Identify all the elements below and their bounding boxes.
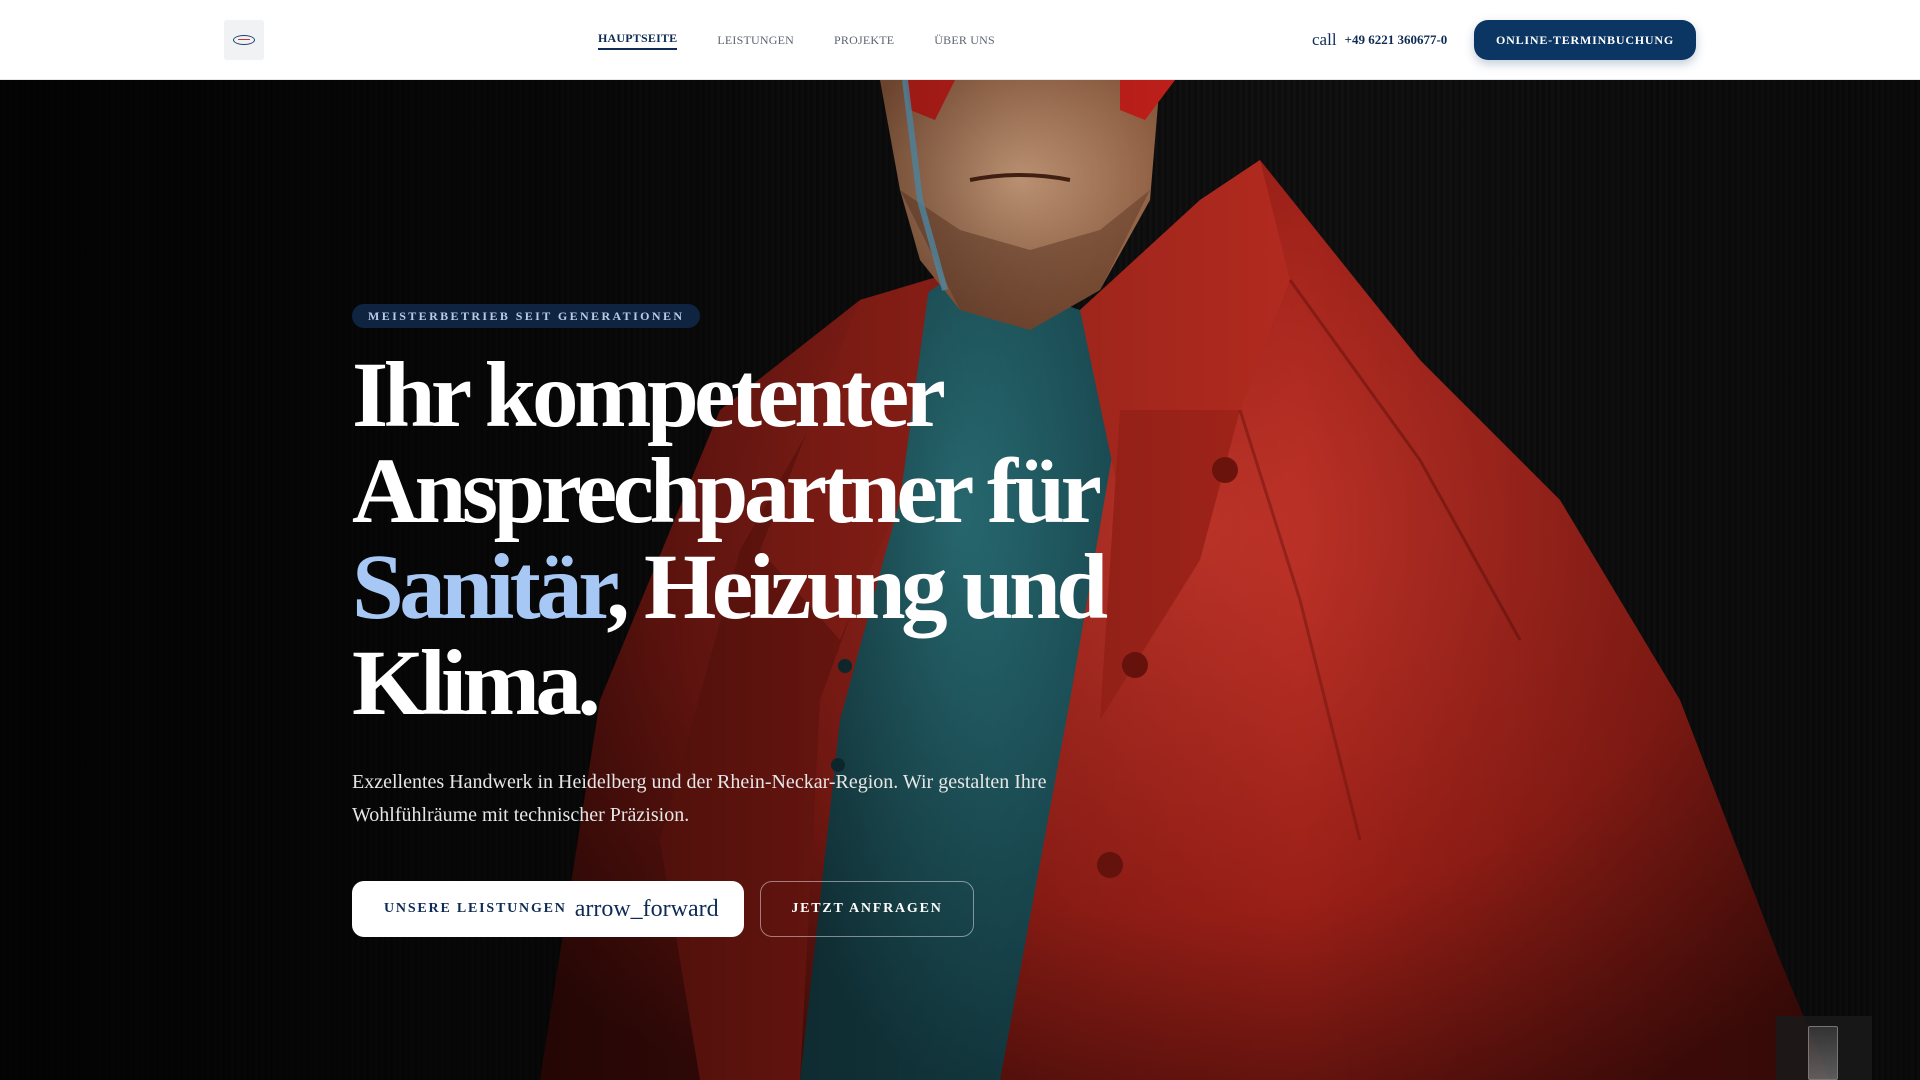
nav-item-hauptseite[interactable]: HAUPTSEITE [598,0,678,80]
nav-item-leistungen[interactable]: LEISTUNGEN [717,0,794,80]
services-button[interactable]: UNSERE LEISTUNGEN arrow_forward [352,881,744,937]
hero-subtext: Exzellentes Handwerk in Heidelberg und d… [352,771,1047,826]
thumbnail-image [1808,1026,1838,1080]
headline-part-1: Ihr kompetenter Ansprechpartner für [352,344,1100,543]
headline-accent: Sanitär [352,536,611,639]
hero-badge: MEISTERBETRIEB SEIT GENERATIONEN [352,304,701,328]
call-icon: call [1312,30,1337,49]
services-button-label: UNSERE LEISTUNGEN [384,901,567,916]
inquiry-button[interactable]: JETZT ANFRAGEN [760,881,974,937]
corner-widget[interactable] [1776,1016,1872,1080]
hero-headline: Ihr kompetenter Ansprechpartner für Sani… [352,348,1252,732]
main-nav: HAUPTSEITE LEISTUNGEN PROJEKTE ÜBER UNS [598,0,1035,80]
arrow-forward-icon: arrow_forward [574,895,719,922]
phone-number: +49 6221 360677-0 [1344,32,1448,47]
site-header: HAUPTSEITE LEISTUNGEN PROJEKTE ÜBER UNS … [0,0,1920,80]
nav-item-projekte[interactable]: PROJEKTE [834,0,894,80]
logo-icon [233,35,255,45]
nav-item-ueber-uns[interactable]: ÜBER UNS [934,0,995,80]
company-logo[interactable] [224,20,264,60]
hero-section: MEISTERBETRIEB SEIT GENERATIONEN Ihr kom… [0,80,1920,1080]
phone-link[interactable]: call +49 6221 360677-0 [1312,25,1447,55]
online-booking-button[interactable]: ONLINE-TERMINBUCHUNG [1474,20,1696,60]
